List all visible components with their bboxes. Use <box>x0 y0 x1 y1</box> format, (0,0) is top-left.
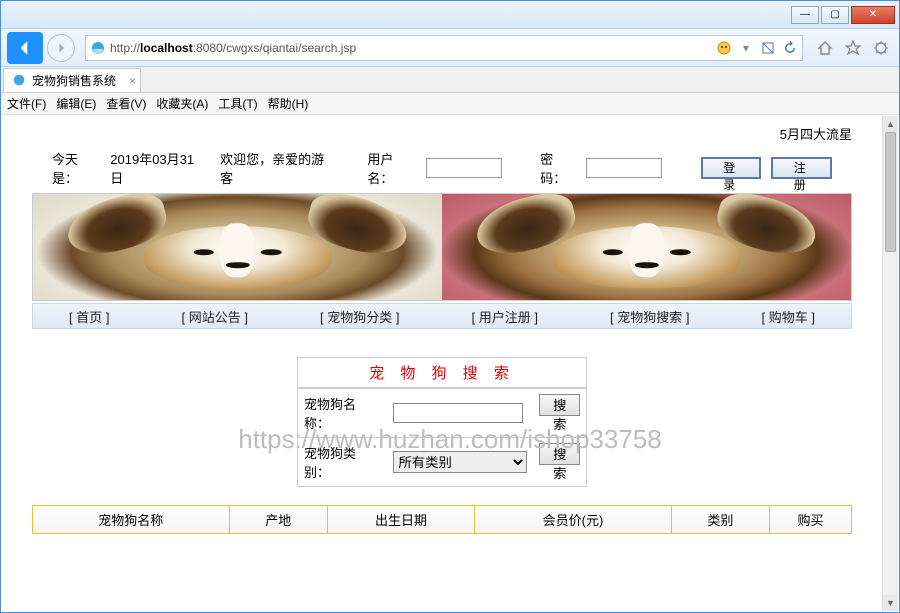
username-input[interactable] <box>426 158 502 178</box>
menu-view[interactable]: 查看(V) <box>106 95 146 112</box>
menu-file[interactable]: 文件(F) <box>7 95 46 112</box>
scroll-down-icon[interactable]: ▼ <box>883 595 898 611</box>
back-button[interactable] <box>7 32 43 64</box>
page-break-icon[interactable] <box>760 40 776 56</box>
register-button[interactable]: 注 册 <box>771 157 832 179</box>
arrow-right-icon <box>55 42 67 54</box>
menu-favorites[interactable]: 收藏夹(A) <box>156 95 208 112</box>
today-value: 2019年03月31日 <box>110 149 200 187</box>
nav-userreg[interactable]: [ 用户注册 ] <box>472 307 538 326</box>
search-cat-button[interactable]: 搜索 <box>539 443 580 465</box>
nav-search[interactable]: [ 宠物狗搜索 ] <box>610 307 689 326</box>
ie-icon <box>90 40 106 56</box>
menu-help[interactable]: 帮助(H) <box>268 95 309 112</box>
col-name: 宠物狗名称 <box>33 506 230 534</box>
today-label: 今天是： <box>52 149 100 187</box>
forward-button[interactable] <box>47 34 75 62</box>
compat-icon[interactable] <box>716 40 732 56</box>
banner-image-right <box>442 194 851 300</box>
search-box: 宠 物 狗 搜 索 宠物狗名称： 搜索 宠物狗类别： 所有类别 搜索 <box>297 357 587 487</box>
main-nav: [ 首页 ] [ 网站公告 ] [ 宠物狗分类 ] [ 用户注册 ] [ 宠物狗… <box>32 303 852 329</box>
top-login-row: 今天是： 2019年03月31日 欢迎您，亲爱的游客 用户名： 密码： 登 录 … <box>32 145 852 191</box>
password-label: 密码： <box>540 149 576 187</box>
login-button[interactable]: 登 录 <box>701 157 762 179</box>
tab-close-icon[interactable]: × <box>129 74 136 88</box>
tab-title: 宠物狗销售系统 <box>32 72 116 89</box>
search-cat-label: 宠物狗类别： <box>298 438 387 487</box>
marquee-text: 5月四大流星 <box>32 122 852 145</box>
col-buy: 购买 <box>770 506 852 534</box>
menu-tools[interactable]: 工具(T) <box>218 95 257 112</box>
close-button[interactable]: ✕ <box>851 6 895 24</box>
arrow-left-icon <box>16 39 34 57</box>
maximize-button[interactable]: ▢ <box>821 6 849 24</box>
tools-icon[interactable] <box>873 40 889 56</box>
search-name-button[interactable]: 搜索 <box>539 394 580 416</box>
menu-edit[interactable]: 编辑(E) <box>56 95 96 112</box>
nav-home[interactable]: [ 首页 ] <box>69 307 109 326</box>
search-name-label: 宠物狗名称： <box>298 389 387 438</box>
col-birth: 出生日期 <box>327 506 474 534</box>
home-icon[interactable] <box>817 40 833 56</box>
url-text: http://localhost:8080/cwgxs/qiantai/sear… <box>110 41 716 55</box>
refresh-icon[interactable] <box>782 40 798 56</box>
username-label: 用户名： <box>367 149 415 187</box>
search-box-title: 宠 物 狗 搜 索 <box>298 358 586 388</box>
minimize-button[interactable]: — <box>791 6 819 24</box>
scroll-thumb[interactable] <box>885 132 896 252</box>
tab-bar: 宠物狗销售系统 × <box>1 67 899 93</box>
nav-cart[interactable]: [ 购物车 ] <box>762 307 815 326</box>
favorites-icon[interactable] <box>845 40 861 56</box>
welcome-text: 欢迎您，亲爱的游客 <box>220 149 329 187</box>
banner <box>32 193 852 301</box>
col-origin: 产地 <box>229 506 327 534</box>
col-cat: 类别 <box>671 506 769 534</box>
menu-bar: 文件(F) 编辑(E) 查看(V) 收藏夹(A) 工具(T) 帮助(H) <box>1 93 899 115</box>
address-bar[interactable]: http://localhost:8080/cwgxs/qiantai/sear… <box>85 35 803 61</box>
search-name-input[interactable] <box>393 403 523 423</box>
col-price: 会员价(元) <box>475 506 672 534</box>
nav-notice[interactable]: [ 网站公告 ] <box>182 307 248 326</box>
banner-image-left <box>33 194 442 300</box>
window-titlebar: — ▢ ✕ <box>1 1 899 29</box>
scroll-up-icon[interactable]: ▲ <box>883 116 898 132</box>
nav-category[interactable]: [ 宠物狗分类 ] <box>320 307 399 326</box>
dropdown-icon[interactable]: ▾ <box>738 40 754 56</box>
browser-toolbar: http://localhost:8080/cwgxs/qiantai/sear… <box>1 29 899 67</box>
password-input[interactable] <box>586 158 662 178</box>
search-cat-select[interactable]: 所有类别 <box>393 451 527 473</box>
result-table: 宠物狗名称 产地 出生日期 会员价(元) 类别 购买 <box>32 505 852 534</box>
vertical-scrollbar[interactable]: ▲ ▼ <box>882 116 898 611</box>
ie-icon <box>12 73 28 89</box>
browser-tab[interactable]: 宠物狗销售系统 × <box>3 68 141 92</box>
